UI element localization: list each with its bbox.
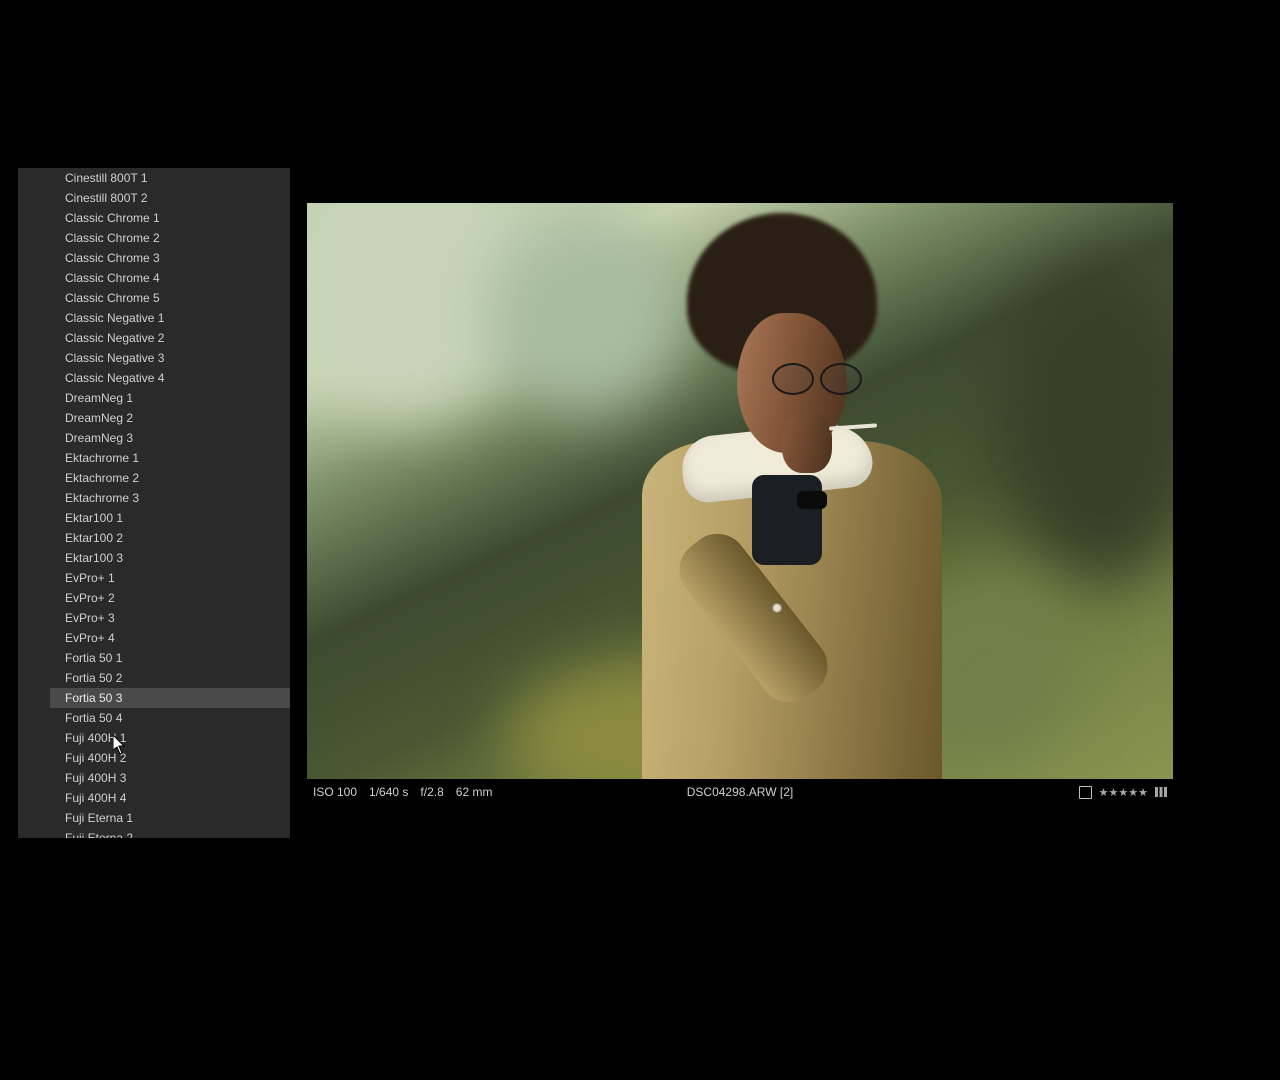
preset-item[interactable]: Fuji 400H 2	[65, 748, 290, 768]
preset-item[interactable]: Ektachrome 2	[65, 468, 290, 488]
image-preview[interactable]	[307, 203, 1173, 779]
preset-item-label: Fortia 50 1	[65, 651, 122, 665]
preset-item-label: Classic Negative 1	[65, 311, 164, 325]
preset-item[interactable]: EvPro+ 4	[65, 628, 290, 648]
star-icon[interactable]: ★	[1118, 787, 1128, 799]
preset-item-label: EvPro+ 3	[65, 611, 115, 625]
preset-item-label: Fortia 50 4	[65, 711, 122, 725]
preset-sidebar: Cinestill 800T 1 Cinestill 800T 2 Classic …	[18, 168, 290, 838]
preset-item-label: Classic Chrome 3	[65, 251, 160, 265]
preset-item-label: EvPro+ 1	[65, 571, 115, 585]
preset-item[interactable]: Fuji 400H 3	[65, 768, 290, 788]
preset-item[interactable]: Classic Chrome 1	[65, 208, 290, 228]
preset-item-label: Classic Negative 2	[65, 331, 164, 345]
preset-list: Cinestill 800T 1 Cinestill 800T 2 Classic …	[18, 168, 290, 838]
preset-item-label: Classic Chrome 4	[65, 271, 160, 285]
preset-item-label: Ektachrome 2	[65, 471, 139, 485]
preset-item[interactable]: DreamNeg 2	[65, 408, 290, 428]
preset-item-label: Ektachrome 3	[65, 491, 139, 505]
preset-item[interactable]: EvPro+ 2	[65, 588, 290, 608]
filename-label: DSC04298.ARW [2]	[687, 785, 794, 799]
preset-item-label: Classic Negative 4	[65, 371, 164, 385]
preset-item[interactable]: DreamNeg 3	[65, 428, 290, 448]
preset-item[interactable]: EvPro+ 1	[65, 568, 290, 588]
info-bar: ISO 100 1/640 s f/2.8 62 mm DSC04298.ARW…	[307, 782, 1173, 802]
preset-item[interactable]: Classic Chrome 5	[65, 288, 290, 308]
preset-item-label: EvPro+ 2	[65, 591, 115, 605]
preset-item[interactable]: Fortia 50 2	[65, 668, 290, 688]
preset-item-label: Fuji 400H 3	[65, 771, 126, 785]
preset-item[interactable]: Fuji 400H 4	[65, 788, 290, 808]
preset-item-label: Ektachrome 1	[65, 451, 139, 465]
preset-item-label: Fuji Eterna 1	[65, 811, 133, 825]
star-icon[interactable]: ★	[1138, 787, 1148, 799]
preset-item[interactable]: Cinestill 800T 2	[65, 188, 290, 208]
preset-item[interactable]: Classic Negative 4	[65, 368, 290, 388]
preset-item-label: Classic Chrome 2	[65, 231, 160, 245]
flag-icon[interactable]	[1079, 786, 1092, 799]
preset-item-label: DreamNeg 1	[65, 391, 133, 405]
preset-item-label: Fortia 50 3	[65, 691, 122, 705]
preset-item[interactable]: Ektar100 3	[65, 548, 290, 568]
preset-item-label: Classic Negative 3	[65, 351, 164, 365]
preset-item-label: Fuji 400H 4	[65, 791, 126, 805]
preset-item-label: Ektar100 2	[65, 531, 123, 545]
preset-item[interactable]: Classic Chrome 3	[65, 248, 290, 268]
preset-item[interactable]: Fuji 400H 1	[65, 728, 290, 748]
preset-item-label: Cinestill 800T 1	[65, 171, 148, 185]
preset-item[interactable]: Ektachrome 1	[65, 448, 290, 468]
preset-item[interactable]: Classic Negative 2	[65, 328, 290, 348]
preset-item[interactable]: Classic Chrome 4	[65, 268, 290, 288]
preset-item-label: Ektar100 1	[65, 511, 123, 525]
preset-item-label: Fuji Eterna 2	[65, 831, 133, 838]
star-icon[interactable]: ★	[1099, 787, 1109, 799]
preset-item[interactable]: DreamNeg 1	[65, 388, 290, 408]
preset-item[interactable]: Ektar100 1	[65, 508, 290, 528]
preset-item[interactable]: Fuji Eterna 2	[65, 828, 290, 838]
preset-item-label: DreamNeg 3	[65, 431, 133, 445]
preset-item[interactable]: Fuji Eterna 1	[65, 808, 290, 828]
preset-item[interactable]: Ektar100 2	[65, 528, 290, 548]
preset-item-label: EvPro+ 4	[65, 631, 115, 645]
preset-item[interactable]: Fortia 50 4	[65, 708, 290, 728]
preset-item-label: Fortia 50 2	[65, 671, 122, 685]
preset-item-label: Classic Chrome 5	[65, 291, 160, 305]
preset-item-label: Fuji 400H 2	[65, 751, 126, 765]
color-label-icon[interactable]	[1155, 786, 1167, 798]
preset-item[interactable]: Classic Negative 1	[65, 308, 290, 328]
preset-item-label: Classic Chrome 1	[65, 211, 160, 225]
preset-item-label: Cinestill 800T 2	[65, 191, 148, 205]
preset-item-label: Ektar100 3	[65, 551, 123, 565]
preset-item-label: DreamNeg 2	[65, 411, 133, 425]
preset-item[interactable]: Fortia 50 3	[65, 688, 290, 708]
preset-item[interactable]: Ektachrome 3	[65, 488, 290, 508]
star-icon[interactable]: ★	[1128, 787, 1138, 799]
preset-item[interactable]: EvPro+ 3	[65, 608, 290, 628]
preset-item[interactable]: Classic Chrome 2	[65, 228, 290, 248]
preset-item[interactable]: Fortia 50 1	[65, 648, 290, 668]
preset-item[interactable]: Classic Negative 3	[65, 348, 290, 368]
preset-item[interactable]: Cinestill 800T 1	[65, 168, 290, 188]
rating-stars[interactable]: ★★★★★	[1099, 785, 1148, 799]
preset-item-label: Fuji 400H 1	[65, 731, 126, 745]
star-icon[interactable]: ★	[1109, 787, 1119, 799]
